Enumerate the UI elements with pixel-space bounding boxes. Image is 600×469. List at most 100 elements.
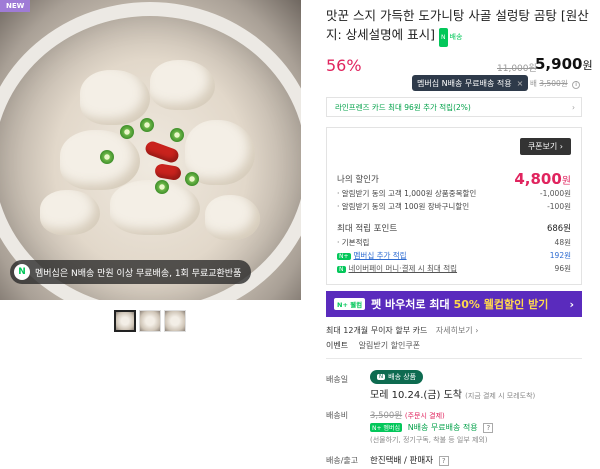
discount-item-label: 알림받기 동의 고객 1,000원 상품중복할인 [337, 188, 477, 199]
my-discount-label: 나의 할인가 [337, 175, 379, 185]
chevron-right-icon: › [569, 297, 574, 311]
delivery-product-tag: N 배송 상품 [370, 370, 424, 384]
thumbnail-3[interactable] [164, 310, 186, 332]
shipping-fee-label: 배송비 [326, 411, 349, 420]
close-icon[interactable]: × [517, 79, 524, 88]
discount-item-row: 알림받기 동의 고객 100원 장바구니할인 -100원 [337, 201, 571, 212]
product-main-image: NEW N 멤버십은 N배송 만원 이상 무료배송, 1회 무료교환반품 [0, 0, 301, 300]
shipping-exclusion-text: (선물하기, 정기구독, 착불 등 일부 제외) [370, 436, 488, 444]
delivery-company-label: 배송/출고 [326, 456, 359, 465]
event-row: 이벤트 알림받기 할인쿠폰 [326, 340, 420, 351]
my-discount-row: 나의 할인가 4,800원 [337, 170, 571, 188]
points-item-label-wrap: N 네이버페이 머니·결제 시 최대 적립 [337, 263, 457, 274]
delivery-company-value: 한진택배 / 판매자 ? [370, 454, 449, 466]
delivery-date-text: 모레 10.24.(금) 도착 [370, 390, 462, 401]
points-item-row: N+ 멤버십 추가 적립 192원 [337, 250, 571, 261]
original-price: 11,000원 [497, 64, 537, 74]
naver-plus-badge: N+ [337, 253, 351, 260]
event-coupon-text[interactable]: 알림받기 할인쿠폰 [359, 341, 420, 350]
scallion-garnish [140, 118, 154, 132]
points-label: 최대 적립 포인트 [337, 224, 398, 234]
pet-voucher-promo-banner[interactable]: N+ 웰컴 펫 바우처로 최대 50% 웰컴할인 받기 › [326, 291, 582, 317]
card-benefit-bar[interactable]: 라인프렌즈 카드 최대 96원 추가 적립(2%) › [326, 97, 582, 117]
points-value: 686원 [546, 224, 571, 234]
delivery-mini-tag: N 배송 [439, 28, 462, 47]
shipping-exclusion-note: (선물하기, 정기구독, 착불 등 일부 제외) [370, 435, 488, 445]
delivery-date: 모레 10.24.(금) 도착 (지금 결제 시 모레도착) [370, 386, 535, 401]
thumbnail-2[interactable] [139, 310, 161, 332]
new-badge: NEW [0, 0, 31, 12]
naver-n-icon: N [14, 264, 30, 280]
info-icon[interactable]: i [572, 81, 581, 89]
membership-banner-text: 멤버십은 N배송 만원 이상 무료배송, 1회 무료교환반품 [35, 268, 242, 279]
installment-row: 최대 12개월 무이자 할부 카드 자세히보기 › [326, 325, 478, 336]
shipping-fee-line-label: 배 [530, 79, 537, 88]
discount-item-label: 알림받기 동의 고객 100원 장바구니할인 [337, 201, 469, 212]
scallion-garnish [120, 125, 134, 139]
coupon-button[interactable]: 쿠폰보기 › [519, 138, 571, 155]
tendon-piece [40, 190, 100, 235]
delivery-company-text: 한진택배 / 판매자 [370, 456, 434, 466]
benefit-box: 쿠폰보기 › 나의 할인가 4,800원 알림받기 동의 고객 1,000원 상… [326, 127, 582, 285]
points-item-value: 192원 [549, 251, 571, 260]
delivery-date-note: (지금 결제 시 모레도착) [465, 392, 536, 400]
points-item-row: N 네이버페이 머니·결제 시 최대 적립 96원 [337, 263, 571, 274]
help-icon[interactable]: ? [438, 456, 449, 466]
tooltip-text: 멤버십 N배송 무료배송 적용 [417, 78, 512, 88]
naver-plus-membership-badge: N+ 멤버십 [370, 423, 402, 432]
points-item-value: 48원 [554, 238, 571, 247]
points-row: 최대 적립 포인트 686원 [337, 222, 571, 234]
installment-text: 최대 12개월 무이자 할부 카드 [326, 326, 428, 335]
event-label: 이벤트 [326, 341, 349, 350]
n-delivery-icon: N [377, 374, 386, 380]
help-icon[interactable]: ? [483, 423, 494, 433]
my-discount-number: 4,800 [514, 170, 562, 188]
shipping-fee-line: 배 3,500원 i [530, 78, 581, 89]
thumbnail-1[interactable] [114, 310, 136, 332]
tendon-piece [80, 70, 150, 125]
membership-tooltip: 멤버십 N배송 무료배송 적용 × [412, 75, 529, 91]
my-discount-unit: 원 [561, 176, 571, 187]
thumbnail-strip [114, 310, 186, 332]
naver-pay-badge: N [337, 266, 346, 273]
points-item-row: 기본적립 48원 [337, 237, 571, 248]
free-shipping-applied-text: N배송 무료배송 적용 [407, 423, 478, 432]
shipping-fee-original: 3,500원 [370, 411, 403, 421]
sale-price-value: 5,900 [535, 55, 583, 73]
points-item-value: 96원 [554, 264, 571, 273]
discount-item-value: -1,000원 [539, 189, 571, 198]
scallion-garnish [185, 172, 199, 186]
discount-percent: 56% [326, 56, 362, 75]
membership-points-link[interactable]: 멤버십 추가 적립 [354, 251, 407, 260]
membership-banner: N 멤버십은 N배송 만원 이상 무료배송, 1회 무료교환반품 [10, 260, 252, 284]
points-item-label-wrap: N+ 멤버십 추가 적립 [337, 250, 407, 261]
scallion-garnish [100, 150, 114, 164]
points-item-label: 기본적립 [337, 237, 370, 248]
shipping-membership-row: N+ 멤버십 N배송 무료배송 적용 ? [370, 422, 494, 433]
divider [326, 358, 582, 359]
promo-highlight: 50% 웰컴할인 받기 [453, 298, 549, 311]
shipping-fee-line-value: 3,500원 [539, 79, 568, 88]
naverpay-points-link[interactable]: 네이버페이 머니·결제 시 최대 적립 [349, 264, 458, 273]
scallion-garnish [170, 128, 184, 142]
card-benefit-text: 라인프렌즈 카드 최대 96원 추가 적립(2%) [335, 102, 471, 112]
product-title: 맛꾼 스지 가득한 도가니탕 사골 설렁탕 곰탕 [원산지: 상세설명에 표시]… [326, 6, 596, 47]
sale-price: 5,900원 [535, 55, 593, 73]
installment-details-link[interactable]: 자세히보기 › [436, 326, 479, 335]
my-discount-value: 4,800원 [514, 170, 571, 188]
delivery-tag-text: 배송 상품 [388, 373, 417, 381]
promo-text: 펫 바우처로 최대 [371, 298, 450, 311]
welcome-badge: N+ 웰컴 [334, 298, 366, 310]
delivery-date-label: 배송일 [326, 375, 349, 384]
delivery-mini-tag-text: 배송 [449, 33, 463, 41]
delivery-tag-wrap: N 배송 상품 [370, 370, 424, 384]
tendon-piece [150, 60, 215, 110]
scallion-garnish [155, 180, 169, 194]
tendon-piece [205, 195, 260, 240]
shipping-fee-note: (주문시 결제) [404, 412, 445, 420]
chevron-right-icon: › [572, 102, 575, 112]
sale-price-unit: 원 [582, 59, 593, 72]
shipping-fee-value: 3,500원 (주문시 결제) [370, 409, 445, 421]
discount-item-value: -100원 [547, 202, 571, 211]
discount-item-row: 알림받기 동의 고객 1,000원 상품중복할인 -1,000원 [337, 188, 571, 199]
